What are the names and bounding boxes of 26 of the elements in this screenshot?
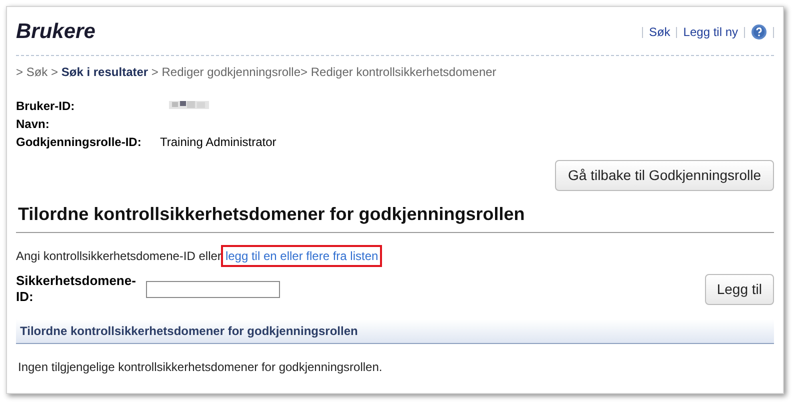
breadcrumb-link[interactable]: Søk i resultater bbox=[61, 65, 148, 79]
instruction-text: Angi kontrollsikkerhetsdomene-ID eller bbox=[16, 248, 222, 265]
help-icon[interactable] bbox=[751, 24, 767, 40]
empty-message: Ingen tilgjengelige kontrollsikkerhetsdomener for godkjenningsrollen. bbox=[17, 359, 384, 376]
field-value: Training Administrator bbox=[160, 134, 278, 150]
field-label: Bruker-ID: bbox=[16, 98, 76, 114]
blurred-value bbox=[169, 98, 209, 110]
breadcrumb-link[interactable]: Søk bbox=[26, 65, 48, 79]
breadcrumb-link[interactable]: Rediger godkjenningsrolle bbox=[162, 65, 301, 79]
field-label: Sikkerhetsdomene-ID: bbox=[16, 273, 137, 305]
input-field[interactable] bbox=[146, 280, 280, 298]
list-link[interactable]: legg til en eller flere fra listen bbox=[221, 245, 382, 267]
breadcrumb-separator: > bbox=[16, 65, 24, 79]
section-heading: Tilordne kontrollsikkerhetsdomener for godkjenningsrollen bbox=[16, 201, 774, 233]
breadcrumb-separator: > bbox=[50, 65, 60, 79]
back-button[interactable]: Gå tilbake til Godkjenningsrolle bbox=[555, 160, 774, 191]
field-label: Godkjenningsrolle-ID: bbox=[16, 134, 142, 150]
header-link[interactable]: Søk bbox=[648, 23, 670, 41]
list-header: Tilordne kontrollsikkerhetsdomener for godkjenningsrollen bbox=[16, 319, 774, 344]
header-link[interactable]: Legg til ny bbox=[683, 23, 738, 41]
field-label: Navn: bbox=[16, 116, 50, 132]
page-title: Brukere bbox=[16, 19, 96, 46]
breadcrumb-separator: > bbox=[300, 65, 309, 79]
add-button[interactable]: Legg til bbox=[704, 274, 774, 304]
breadcrumb-link[interactable]: Rediger kontrollsikkerhetsdomener bbox=[310, 65, 496, 79]
breadcrumb-separator: > bbox=[150, 65, 160, 79]
